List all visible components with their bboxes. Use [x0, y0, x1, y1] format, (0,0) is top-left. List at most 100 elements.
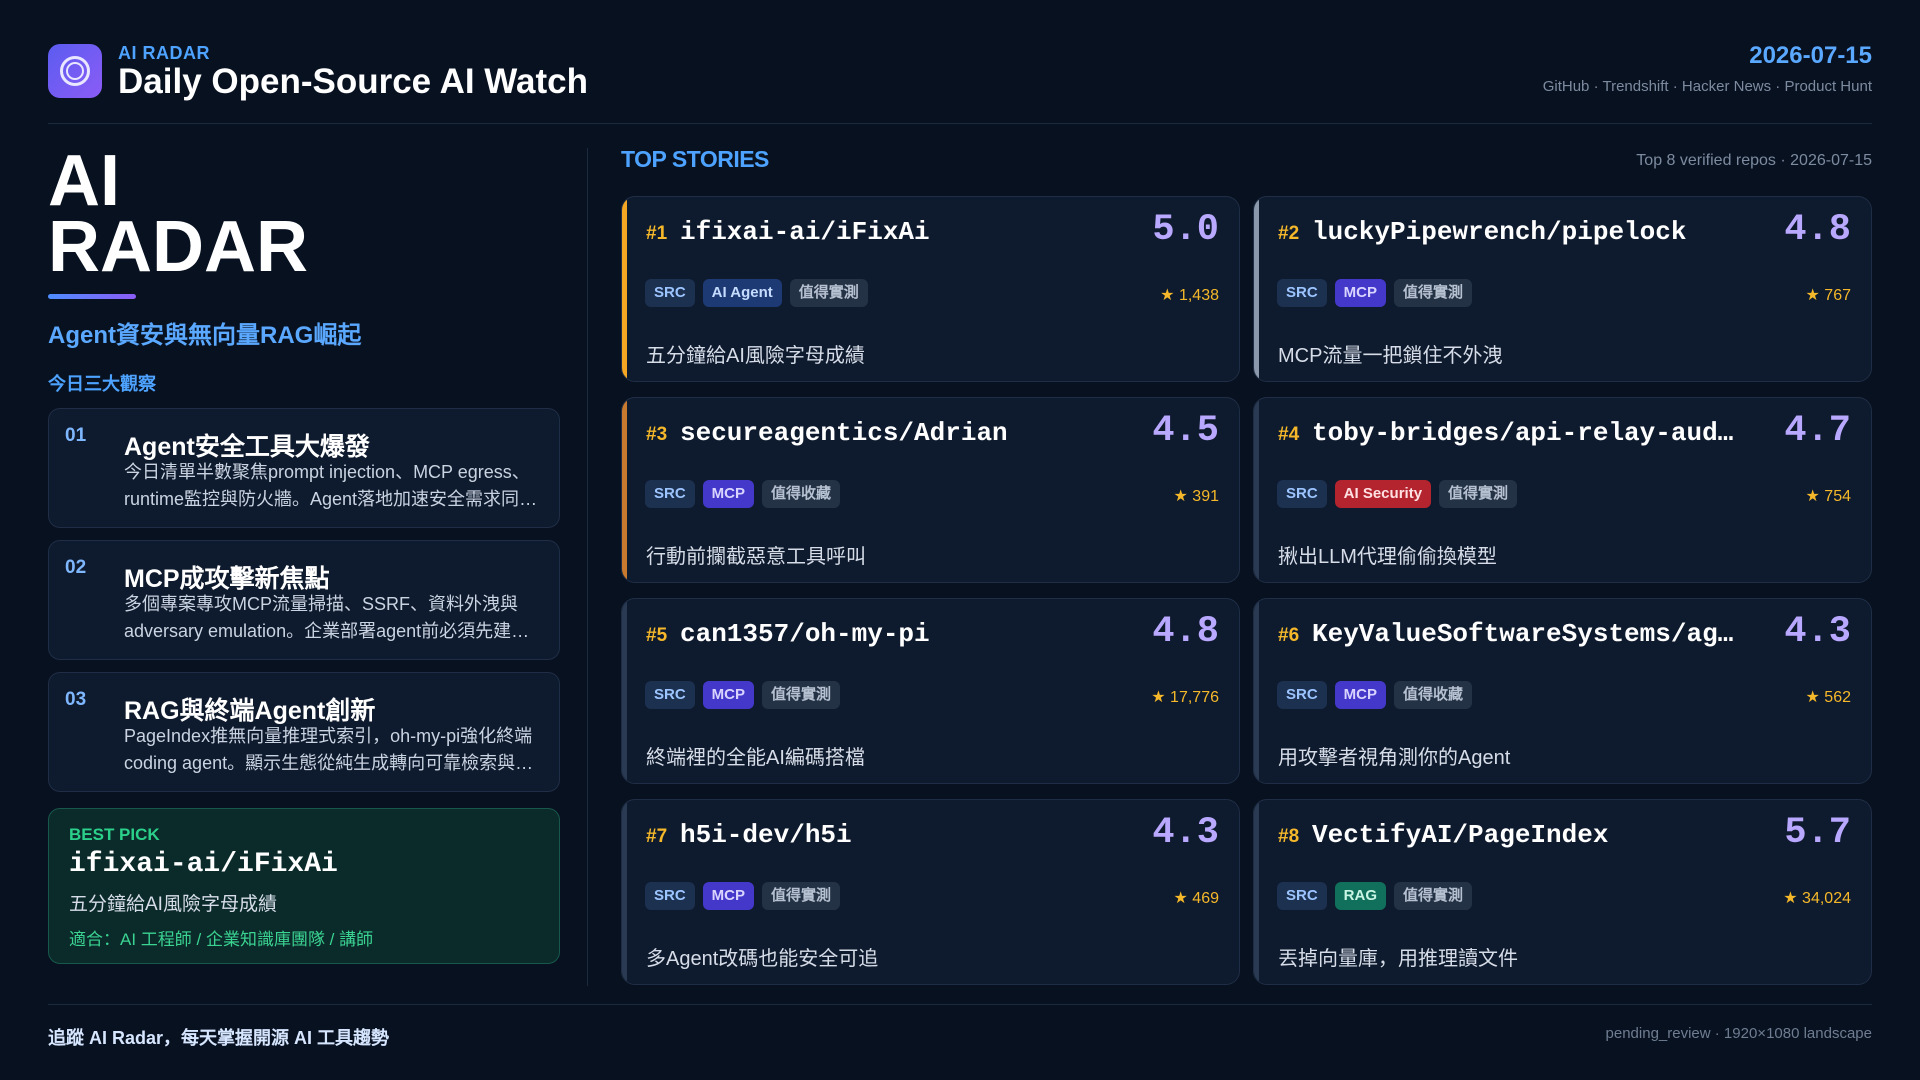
- story-repo-link[interactable]: luckyPipewrench/pipelock: [1312, 217, 1742, 247]
- card-accent-bar: [622, 599, 627, 783]
- story-description: 揪出LLM代理偷偷換模型: [1278, 546, 1497, 568]
- radar-logo-icon: [48, 44, 102, 98]
- story-tag: MCP: [1334, 279, 1387, 307]
- story-description: 多Agent改碼也能安全可追: [646, 948, 879, 970]
- story-repo-link[interactable]: toby-bridges/api-relay-audit: [1312, 418, 1742, 448]
- best-pick-description: 五分鐘給AI風險字母成績: [69, 894, 277, 915]
- story-rank: #5: [646, 625, 668, 646]
- story-tags: SRC AI Agent 值得實測: [645, 279, 868, 307]
- hero-underline: [48, 294, 136, 299]
- story-card[interactable]: #4 toby-bridges/api-relay-audit 4.7 SRC AI S…: [1253, 397, 1872, 583]
- brand-label: AI RADAR: [118, 43, 210, 63]
- best-pick-card[interactable]: BEST PICK ifixai-ai/iFixAi 五分鐘給AI風險字母成績 …: [48, 808, 560, 964]
- story-grid: #1 ifixai-ai/iFixAi 5.0 SRC AI Agent 值得實測 ★ 1,…: [621, 196, 1872, 986]
- story-card[interactable]: #2 luckyPipewrench/pipelock 4.8 SRC MCP 值得實測 ★…: [1253, 196, 1872, 382]
- hero-subtitle: Agent資安與無向量RAG崛起: [48, 322, 362, 349]
- story-tags: SRC MCP 值得實測: [1277, 279, 1473, 307]
- insight-number: 03: [65, 689, 87, 710]
- story-tags: SRC MCP 值得收藏: [1277, 681, 1473, 709]
- story-tag: SRC: [1277, 480, 1327, 508]
- footer-divider: [48, 1004, 1872, 1005]
- card-accent-bar: [1254, 800, 1259, 984]
- card-accent-bar: [1254, 398, 1259, 582]
- insight-description: 今日清單半數聚焦prompt injection、MCP egress、runt…: [124, 462, 538, 509]
- story-repo-link[interactable]: secureagentics/Adrian: [680, 418, 1110, 448]
- card-accent-bar: [622, 197, 627, 381]
- insight-card: 02 MCP成攻擊新焦點 多個專案專攻MCP流量掃描、SSRF、資料外洩與adver…: [48, 540, 560, 660]
- best-pick-label: BEST PICK: [69, 825, 160, 844]
- story-tag: SRC: [645, 882, 695, 910]
- insight-title: MCP成攻擊新焦點: [124, 565, 330, 593]
- story-card[interactable]: #5 can1357/oh-my-pi 4.8 SRC MCP 值得實測 ★ 17,776 終…: [621, 598, 1240, 784]
- best-pick-repo[interactable]: ifixai-ai/iFixAi: [69, 849, 338, 880]
- card-accent-bar: [1254, 197, 1259, 381]
- story-tags: SRC RAG 值得實測: [1277, 882, 1473, 910]
- top-stories-heading: TOP STORIES: [621, 146, 769, 172]
- story-repo-link[interactable]: h5i-dev/h5i: [680, 820, 1110, 850]
- insight-description: PageIndex推無向量推理式索引，oh-my-pi強化終端coding ag…: [124, 726, 534, 773]
- story-description: 丟掉向量庫，用推理讀文件: [1278, 948, 1518, 970]
- story-description: MCP流量一把鎖住不外洩: [1278, 345, 1503, 367]
- story-card[interactable]: #7 h5i-dev/h5i 4.3 SRC MCP 值得實測 ★ 469 多Agent改碼也…: [621, 799, 1240, 985]
- insight-description: 多個專案專攻MCP流量掃描、SSRF、資料外洩與adversary emulat…: [124, 594, 530, 641]
- story-rank: #3: [646, 424, 668, 445]
- story-description: 五分鐘給AI風險字母成績: [646, 345, 865, 367]
- story-rank: #8: [1278, 826, 1300, 847]
- story-tag: MCP: [1334, 681, 1387, 709]
- story-card[interactable]: #6 KeyValueSoftwareSystems/agentic-securi…: [1253, 598, 1872, 784]
- story-tag: RAG: [1334, 882, 1387, 910]
- story-score: 4.3: [1152, 812, 1219, 854]
- story-repo-link[interactable]: can1357/oh-my-pi: [680, 619, 1110, 649]
- story-tags: SRC MCP 值得實測: [645, 681, 841, 709]
- story-rank: #1: [646, 223, 668, 244]
- story-score: 4.8: [1784, 209, 1851, 251]
- story-card[interactable]: #8 VectifyAI/PageIndex 5.7 SRC RAG 值得實測 ★ 34,0…: [1253, 799, 1872, 985]
- insight-number: 02: [65, 557, 87, 578]
- story-stars: ★ 562: [1805, 689, 1851, 706]
- insight-title: RAG與終端Agent創新: [124, 697, 376, 725]
- story-tag: 值得實測: [1394, 279, 1473, 307]
- story-rank: #6: [1278, 625, 1300, 646]
- report-date: 2026-07-15: [1749, 42, 1872, 69]
- story-card[interactable]: #3 secureagentics/Adrian 4.5 SRC MCP 值得收藏 ★ 39…: [621, 397, 1240, 583]
- story-tag: SRC: [1277, 882, 1327, 910]
- insight-title: Agent安全工具大爆發: [124, 433, 370, 461]
- story-stars: ★ 17,776: [1151, 689, 1219, 706]
- story-description: 用攻擊者視角測你的Agent: [1278, 747, 1511, 769]
- insight-card: 03 RAG與終端Agent創新 PageIndex推無向量推理式索引，oh-my-…: [48, 672, 560, 792]
- story-tag: 值得實測: [789, 279, 868, 307]
- story-tag: 值得實測: [762, 882, 841, 910]
- story-stars: ★ 1,438: [1160, 287, 1219, 304]
- story-rank: #4: [1278, 424, 1300, 445]
- story-rank: #7: [646, 826, 668, 847]
- story-description: 終端裡的全能AI編碼搭檔: [646, 747, 865, 769]
- story-tags: SRC MCP 值得實測: [645, 882, 841, 910]
- story-repo-link[interactable]: KeyValueSoftwareSystems/agentic-security: [1312, 619, 1742, 649]
- best-pick-audience: 適合：AI 工程師 / 企業知識庫團隊 / 講師: [69, 930, 374, 949]
- story-tag: 值得收藏: [1394, 681, 1473, 709]
- story-stars: ★ 391: [1173, 488, 1219, 505]
- column-divider: [587, 148, 588, 986]
- story-score: 4.7: [1784, 410, 1851, 452]
- story-score: 5.7: [1784, 812, 1851, 854]
- story-repo-link[interactable]: VectifyAI/PageIndex: [1312, 820, 1742, 850]
- footer-tagline: 追蹤 AI Radar，每天掌握開源 AI 工具趨勢: [48, 1028, 390, 1048]
- story-stars: ★ 767: [1805, 287, 1851, 304]
- story-tag: MCP: [702, 681, 755, 709]
- hero-title-line1: AI: [48, 141, 120, 221]
- story-score: 4.5: [1152, 410, 1219, 452]
- story-tag: SRC: [1277, 279, 1327, 307]
- story-repo-link[interactable]: ifixai-ai/iFixAi: [680, 217, 1110, 247]
- top-stories-meta: Top 8 verified repos · 2026-07-15: [1636, 152, 1872, 169]
- story-tag: SRC: [645, 681, 695, 709]
- story-tag: 值得收藏: [762, 480, 841, 508]
- story-tag: MCP: [702, 882, 755, 910]
- story-tags: SRC AI Security 值得實測: [1277, 480, 1518, 508]
- card-accent-bar: [622, 398, 627, 582]
- story-score: 4.3: [1784, 611, 1851, 653]
- story-tag: AI Security: [1334, 480, 1432, 508]
- story-tag: 值得實測: [1439, 480, 1518, 508]
- story-tag: SRC: [1277, 681, 1327, 709]
- page-title: Daily Open-Source AI Watch: [118, 62, 588, 101]
- story-card[interactable]: #1 ifixai-ai/iFixAi 5.0 SRC AI Agent 值得實測 ★ 1,…: [621, 196, 1240, 382]
